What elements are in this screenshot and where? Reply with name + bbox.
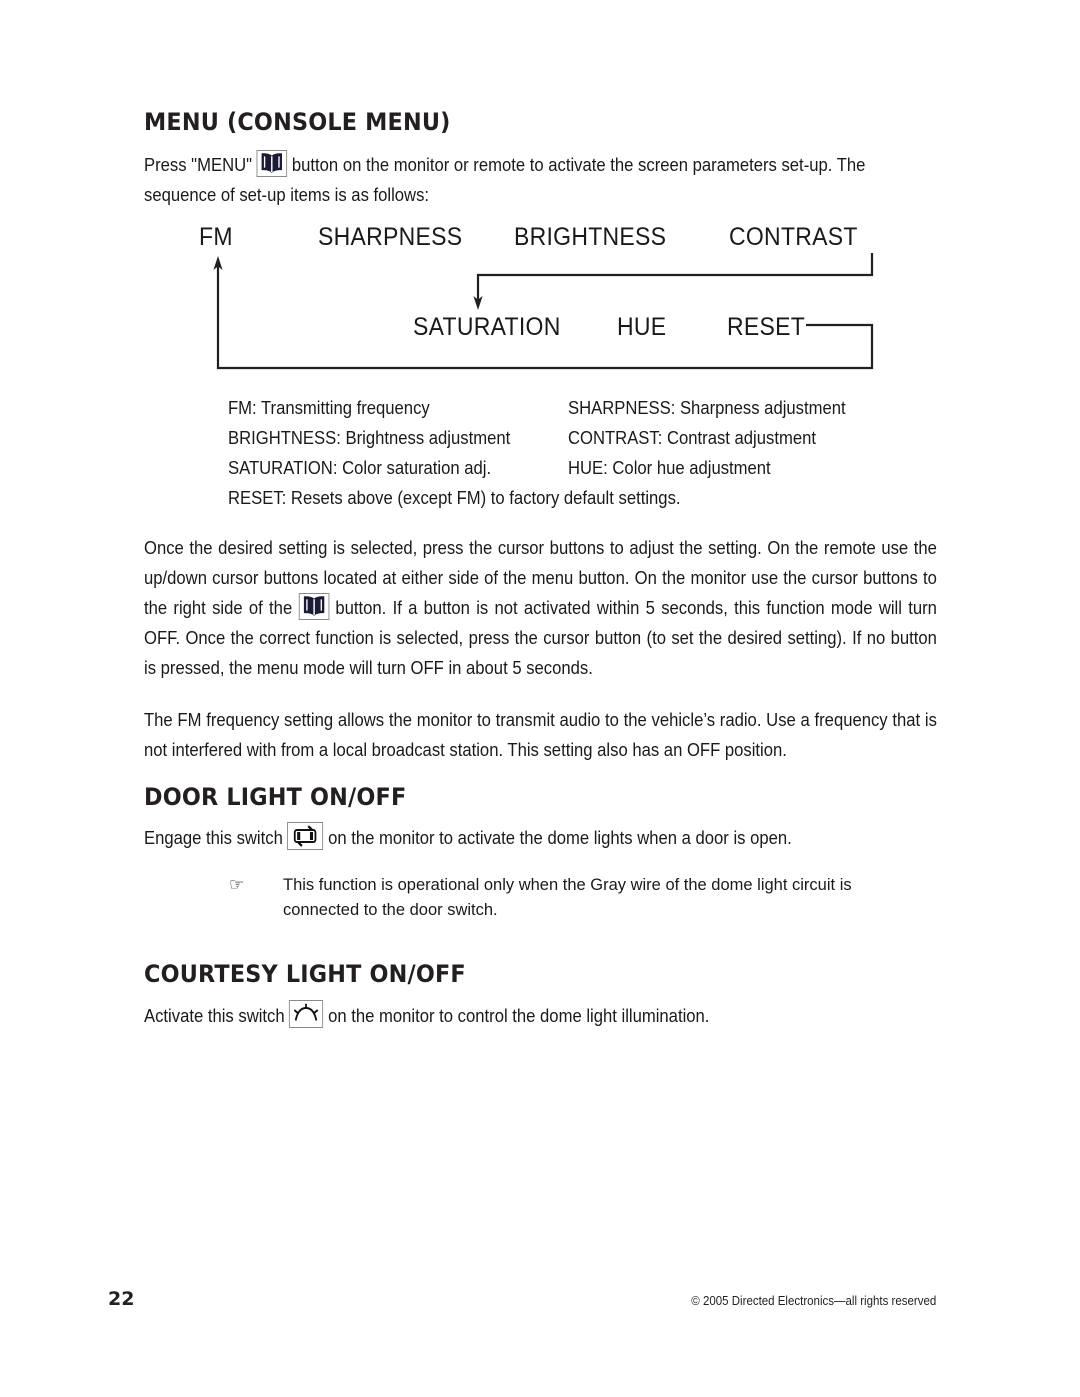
door-light-icon	[287, 822, 324, 850]
menu-definition-list: FM: Transmitting frequency SHARPNESS: Sh…	[0, 393, 1080, 513]
flow-label-hue: HUE	[617, 313, 667, 341]
fm-frequency-paragraph: The FM frequency setting allows the moni…	[144, 709, 937, 760]
intro-text-after-icon: button on the monitor or remote to activ…	[144, 154, 866, 205]
door-text-after-icon: on the monitor to activate the dome ligh…	[328, 827, 792, 848]
door-light-section-heading: DOOR LIGHT ON/OFF	[144, 783, 407, 811]
courtesy-text-after-icon: on the monitor to control the dome light…	[328, 1005, 710, 1026]
definition-brightness: BRIGHTNESS: Brightness adjustment	[228, 427, 511, 448]
pointing-hand-icon: ☞	[229, 875, 245, 895]
flow-label-saturation: SATURATION	[413, 313, 561, 341]
door-light-paragraph: Engage this switch on the monitor to act…	[144, 822, 937, 853]
dome-light-icon	[289, 1000, 324, 1028]
definition-sharpness: SHARPNESS: Sharpness adjustment	[568, 397, 846, 418]
copyright-notice: © 2005 Directed Electronics—all rights r…	[691, 1294, 936, 1308]
flow-label-contrast: CONTRAST	[729, 223, 858, 251]
door-text-before-icon: Engage this switch	[144, 827, 283, 848]
flow-label-fm: FM	[199, 223, 233, 251]
menu-flow-diagram: FM SHARPNESS BRIGHTNESS CONTRAST SATURAT…	[0, 215, 1080, 390]
page-footer: 22 © 2005 Directed Electronics—all right…	[0, 1288, 1080, 1328]
courtesy-text-before-icon: Activate this switch	[144, 1005, 285, 1026]
courtesy-light-section-heading: COURTESY LIGHT ON/OFF	[144, 960, 466, 988]
courtesy-light-paragraph: Activate this switch on the monitor to c…	[144, 1000, 937, 1031]
definition-fm: FM: Transmitting frequency	[228, 397, 430, 418]
book-icon	[256, 150, 288, 177]
definition-hue: HUE: Color hue adjustment	[568, 457, 771, 478]
definition-contrast: CONTRAST: Contrast adjustment	[568, 427, 816, 448]
flow-label-reset: RESET	[727, 313, 806, 341]
flow-label-sharpness: SHARPNESS	[318, 223, 463, 251]
intro-text-before-icon: Press "MENU"	[144, 154, 253, 175]
page-number: 22	[108, 1288, 135, 1310]
note-text: This function is operational only when t…	[283, 876, 852, 919]
menu-section-heading: MENU (CONSOLE MENU)	[144, 108, 451, 136]
definition-saturation: SATURATION: Color saturation adj.	[228, 457, 492, 478]
menu-usage-paragraph: Once the desired setting is selected, pr…	[144, 533, 937, 683]
book-icon	[298, 593, 330, 620]
definition-reset: RESET: Resets above (except FM) to facto…	[228, 487, 681, 508]
flow-label-brightness: BRIGHTNESS	[514, 223, 667, 251]
menu-intro-paragraph: Press "MENU" button on the monitor or re…	[144, 150, 937, 210]
document-page: MENU (CONSOLE MENU) Press "MENU" button …	[0, 0, 1080, 1397]
